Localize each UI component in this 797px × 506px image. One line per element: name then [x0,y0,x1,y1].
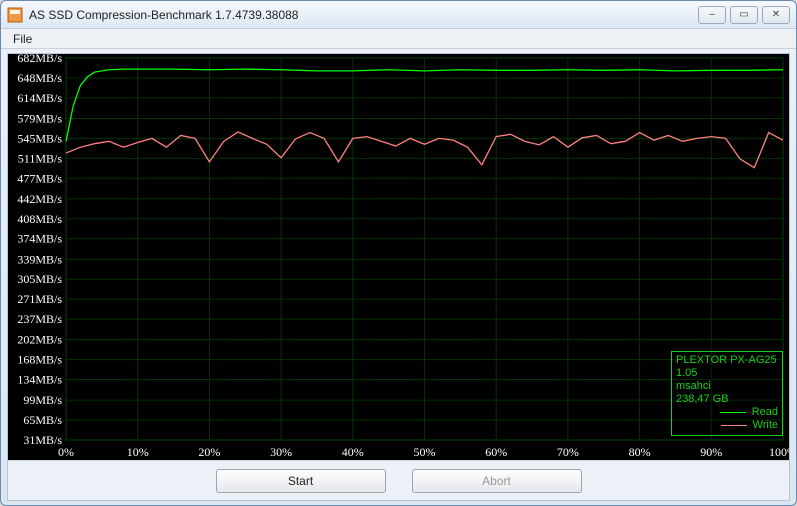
maximize-button[interactable]: ▭ [730,6,758,24]
svg-text:477MB/s: 477MB/s [17,171,62,185]
svg-text:100%: 100% [769,445,789,459]
svg-text:305MB/s: 305MB/s [17,272,62,286]
window-controls: – ▭ ✕ [698,6,790,24]
svg-text:682MB/s: 682MB/s [17,54,62,65]
start-button[interactable]: Start [216,469,386,493]
svg-text:10%: 10% [127,445,149,459]
svg-text:80%: 80% [629,445,651,459]
legend-read-line [720,412,746,413]
svg-text:374MB/s: 374MB/s [17,232,62,246]
svg-text:40%: 40% [342,445,364,459]
drive-firmware: 1.05 [676,367,778,380]
svg-text:442MB/s: 442MB/s [17,192,62,206]
svg-text:408MB/s: 408MB/s [17,212,62,226]
minimize-button[interactable]: – [698,6,726,24]
app-window: AS SSD Compression-Benchmark 1.7.4739.38… [0,0,797,506]
svg-text:271MB/s: 271MB/s [17,292,62,306]
legend-write-line [721,425,747,426]
legend-read-label: Read [752,406,778,419]
svg-text:614MB/s: 614MB/s [17,91,62,105]
titlebar: AS SSD Compression-Benchmark 1.7.4739.38… [1,1,796,29]
svg-text:579MB/s: 579MB/s [17,111,62,125]
content: 682MB/s 648MB/s 614MB/s 579MB/s 545MB/s 511MB… [7,53,790,501]
svg-text:339MB/s: 339MB/s [17,252,62,266]
menubar: File [1,29,796,49]
window-title: AS SSD Compression-Benchmark 1.7.4739.38… [29,8,698,22]
drive-driver: msahci [676,380,778,393]
drive-size: 238,47 GB [676,393,778,406]
svg-text:99MB/s: 99MB/s [23,393,62,407]
legend-write: Write [676,419,778,432]
svg-text:202MB/s: 202MB/s [17,333,62,347]
drive-info-box: PLEXTOR PX-AG25 1.05 msahci 238,47 GB Re… [671,351,783,436]
legend-write-label: Write [753,419,778,432]
drive-model: PLEXTOR PX-AG25 [676,354,778,367]
close-button[interactable]: ✕ [762,6,790,24]
chart-area: 682MB/s 648MB/s 614MB/s 579MB/s 545MB/s 511MB… [8,54,789,460]
button-bar: Start Abort [8,460,789,500]
svg-text:30%: 30% [270,445,292,459]
svg-text:545MB/s: 545MB/s [17,131,62,145]
svg-text:168MB/s: 168MB/s [17,353,62,367]
svg-text:90%: 90% [700,445,722,459]
svg-text:65MB/s: 65MB/s [23,413,62,427]
svg-text:511MB/s: 511MB/s [18,151,63,165]
svg-text:237MB/s: 237MB/s [17,312,62,326]
abort-button[interactable]: Abort [412,469,582,493]
svg-text:60%: 60% [485,445,507,459]
svg-text:648MB/s: 648MB/s [17,71,62,85]
svg-text:50%: 50% [414,445,436,459]
menu-file[interactable]: File [7,31,38,47]
svg-text:0%: 0% [58,445,74,459]
svg-text:31MB/s: 31MB/s [23,433,62,447]
svg-text:20%: 20% [198,445,220,459]
app-icon [7,7,23,23]
legend-read: Read [676,406,778,419]
svg-text:70%: 70% [557,445,579,459]
svg-text:134MB/s: 134MB/s [17,373,62,387]
